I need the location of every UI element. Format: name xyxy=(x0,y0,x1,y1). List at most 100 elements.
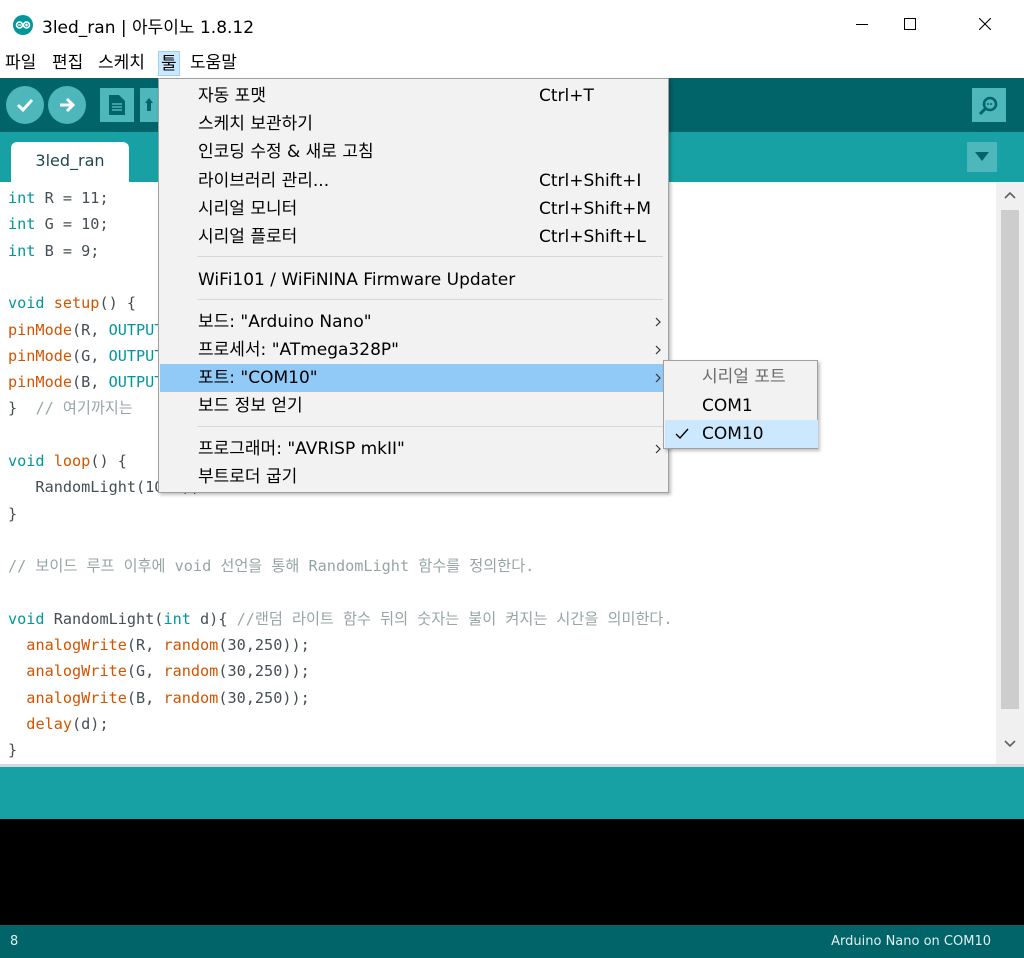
status-message-bar xyxy=(0,767,1024,819)
maximize-icon xyxy=(904,18,916,30)
title-bar: 3led_ran | 아두이노 1.8.12 xyxy=(0,0,1024,48)
menu-item-label: 보드: "Arduino Nano" xyxy=(198,312,372,332)
code-token: void xyxy=(8,294,45,313)
menu-item-processor[interactable]: 프로세서: "ATmega328P" xyxy=(160,336,668,364)
editor-scrollbar[interactable] xyxy=(996,182,1024,766)
serial-monitor-button[interactable] xyxy=(972,88,1006,122)
checkmark-icon xyxy=(675,428,689,440)
code-token: analogWrite xyxy=(26,662,127,681)
code-token: int xyxy=(8,215,36,234)
port-option-com1[interactable]: COM1 xyxy=(665,392,818,420)
checkmark-icon xyxy=(16,98,34,113)
window-title: 3led_ran | 아두이노 1.8.12 xyxy=(42,18,255,38)
code-token: // 여기까지는 xyxy=(35,399,133,418)
code-token: OUTPUT xyxy=(108,320,164,339)
code-token: d){ xyxy=(190,609,237,628)
menu-item-shortcut: Ctrl+Shift+I xyxy=(539,171,642,191)
code-token: } xyxy=(8,399,36,418)
tab-menu-button[interactable] xyxy=(967,142,997,172)
code-line: } // 여기까지는 xyxy=(8,395,133,421)
menu-item-serial-monitor[interactable]: 시리얼 모니터 Ctrl+Shift+M xyxy=(160,195,668,223)
menu-help[interactable]: 도움말 xyxy=(188,51,239,76)
code-line: int R = 11; xyxy=(8,185,109,211)
verify-button[interactable] xyxy=(6,86,44,124)
menu-item-label: 프로그래머: "AVRISP mkII" xyxy=(198,439,405,459)
code-token: //랜덤 라이트 함수 뒤의 숫자는 불이 켜지는 시간을 의미한다. xyxy=(236,609,673,628)
menu-item-label: 시리얼 플로터 xyxy=(198,227,298,247)
menu-sketch[interactable]: 스케치 xyxy=(96,51,147,76)
code-token: delay xyxy=(26,715,73,733)
code-token: pinMode xyxy=(8,320,73,339)
code-token: (d); xyxy=(72,715,109,733)
menu-item-archive-sketch[interactable]: 스케치 보관하기 xyxy=(160,110,668,138)
code-token: OUTPUT xyxy=(108,373,164,392)
open-button[interactable] xyxy=(140,88,158,122)
menu-item-burn-bootloader[interactable]: 부트로더 굽기 xyxy=(160,463,668,491)
menu-item-label: 라이브러리 관리... xyxy=(198,171,330,191)
code-token: random xyxy=(163,662,219,681)
submenu-header-serial-ports: 시리얼 포트 xyxy=(665,363,818,391)
upload-button[interactable] xyxy=(48,86,86,124)
code-line: analogWrite(R, random(30,250)); xyxy=(8,632,310,658)
code-token: OUTPUT xyxy=(108,346,164,365)
menu-tools[interactable]: 툴 xyxy=(158,51,180,76)
code-token: analogWrite xyxy=(26,636,127,655)
menu-item-auto-format[interactable]: 자동 포맷 Ctrl+T xyxy=(160,82,668,110)
tab-3led-ran[interactable]: 3led_ran xyxy=(11,142,129,182)
code-token: (R, xyxy=(72,320,109,339)
code-line: void RandomLight(int d){ //랜덤 라이트 함수 뒤의 … xyxy=(8,606,673,632)
menu-item-port[interactable]: 포트: "COM10" xyxy=(160,364,668,392)
menu-edit[interactable]: 편집 xyxy=(50,51,85,76)
magnifier-icon xyxy=(978,96,998,116)
code-token: // 보이드 루프 이후에 void 선언을 통해 RandomLight 함수… xyxy=(8,557,535,576)
scroll-up-icon[interactable] xyxy=(1003,190,1017,200)
new-sketch-button[interactable] xyxy=(100,88,134,122)
chevron-right-icon xyxy=(655,444,661,454)
code-line: int G = 10; xyxy=(8,211,109,237)
tools-menu: 자동 포맷 Ctrl+T 스케치 보관하기 인코딩 수정 & 새로 고침 라이브러… xyxy=(158,78,669,493)
close-button[interactable] xyxy=(962,0,1008,48)
minimize-button[interactable] xyxy=(839,0,885,48)
menu-item-serial-plotter[interactable]: 시리얼 플로터 Ctrl+Shift+L xyxy=(160,223,668,251)
port-option-com10[interactable]: COM10 xyxy=(665,420,818,448)
maximize-button[interactable] xyxy=(887,0,933,48)
code-line: pinMode(B, OUTPUT); xyxy=(8,369,182,395)
code-line: pinMode(R, OUTPUT); xyxy=(8,317,182,343)
triangle-down-icon xyxy=(975,152,989,161)
code-token: int xyxy=(8,189,36,207)
code-token: (30,250)); xyxy=(218,636,310,655)
menu-item-board-info[interactable]: 보드 정보 얻기 xyxy=(160,392,668,420)
code-line: } xyxy=(8,737,17,763)
menu-item-fix-encoding[interactable]: 인코딩 수정 & 새로 고침 xyxy=(160,138,668,166)
code-token: setup xyxy=(53,294,100,313)
code-token: (B, xyxy=(126,688,164,707)
submenu-label: 시리얼 포트 xyxy=(702,367,786,387)
code-token: pinMode xyxy=(8,373,73,392)
arduino-logo-icon xyxy=(13,15,33,35)
scroll-down-icon[interactable] xyxy=(1003,739,1017,749)
code-token: } xyxy=(8,741,18,760)
menu-item-programmer[interactable]: 프로그래머: "AVRISP mkII" xyxy=(160,435,668,463)
code-token: random xyxy=(163,688,219,707)
menu-file[interactable]: 파일 xyxy=(3,51,38,76)
code-token: analogWrite xyxy=(26,688,127,707)
line-number: 8 xyxy=(10,934,19,949)
menu-item-label: 자동 포맷 xyxy=(198,86,266,106)
code-token: (30,250)); xyxy=(218,688,310,707)
menu-item-firmware-updater[interactable]: WiFi101 / WiFiNINA Firmware Updater xyxy=(160,266,668,294)
port-submenu: 시리얼 포트 COM1 COM10 xyxy=(663,360,818,449)
menu-item-manage-libraries[interactable]: 라이브러리 관리... Ctrl+Shift+I xyxy=(160,167,668,195)
menu-item-shortcut: Ctrl+T xyxy=(539,86,594,106)
scroll-thumb[interactable] xyxy=(1001,210,1019,709)
code-token: void xyxy=(8,609,45,628)
code-token: G = 10; xyxy=(35,215,109,234)
arrow-right-icon xyxy=(60,97,76,113)
footer-status-bar: 8 Arduino Nano on COM10 xyxy=(0,925,1024,958)
menu-item-board[interactable]: 보드: "Arduino Nano" xyxy=(160,308,668,336)
code-line: analogWrite(B, random(30,250)); xyxy=(8,685,310,711)
chevron-right-icon xyxy=(655,345,661,355)
menu-item-label: 시리얼 모니터 xyxy=(198,199,298,219)
